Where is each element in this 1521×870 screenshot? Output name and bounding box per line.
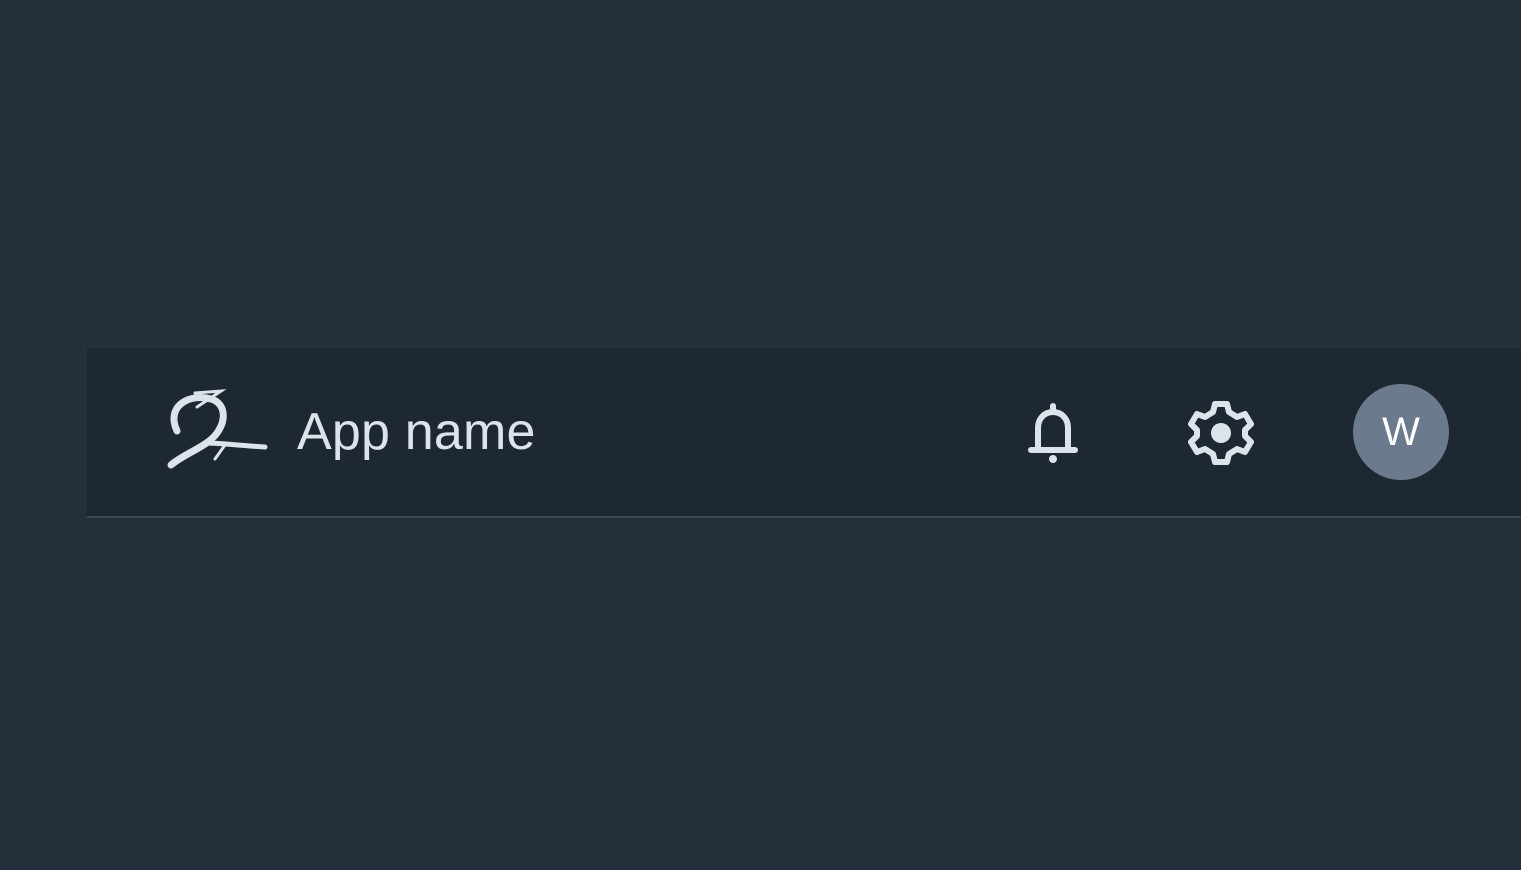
settings-button[interactable]: [1187, 398, 1255, 466]
bell-icon: [1028, 403, 1078, 463]
company-logo: [167, 389, 268, 469]
avatar-initial: W: [1382, 410, 1420, 454]
app-name: App name: [297, 403, 536, 461]
gear-icon: [1188, 401, 1254, 465]
app-bar: App name W: [87, 348, 1521, 518]
notifications-button[interactable]: [1019, 398, 1087, 466]
user-avatar[interactable]: W: [1353, 384, 1449, 480]
brand[interactable]: App name: [163, 386, 536, 478]
page: App name W: [0, 0, 1521, 870]
